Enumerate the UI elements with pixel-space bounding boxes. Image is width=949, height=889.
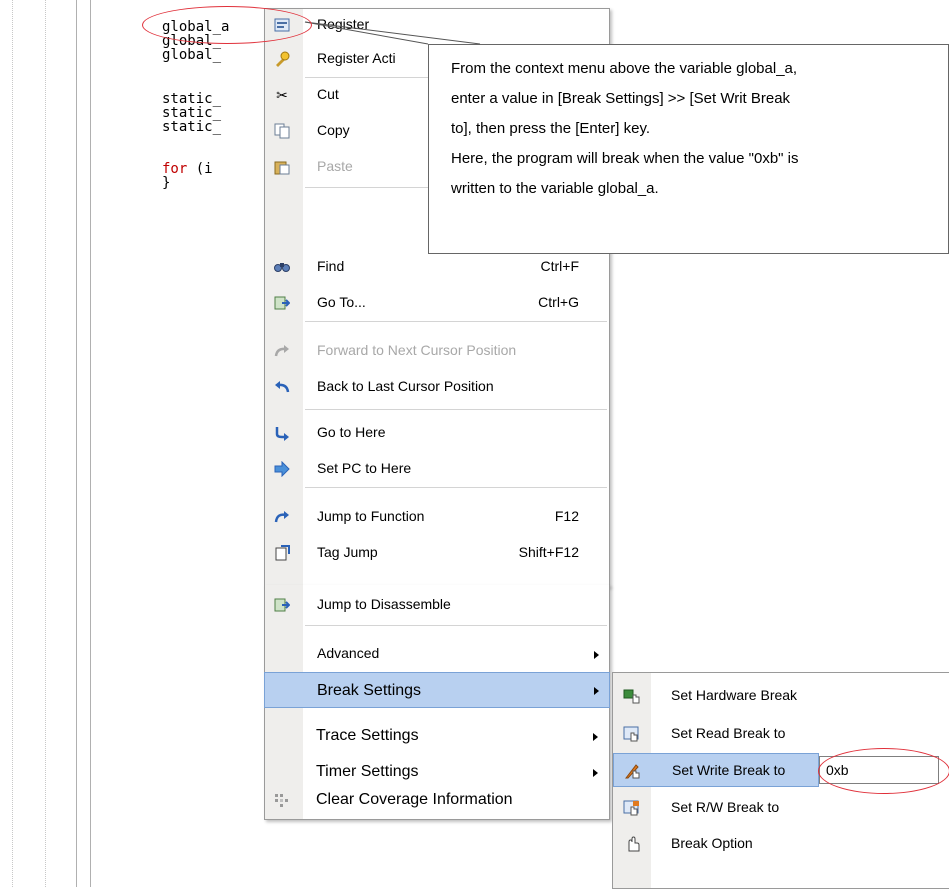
highlight-ellipse-input: [818, 748, 949, 794]
callout-leader-lines: [304, 21, 481, 45]
highlight-ellipse-variable: [142, 6, 312, 44]
